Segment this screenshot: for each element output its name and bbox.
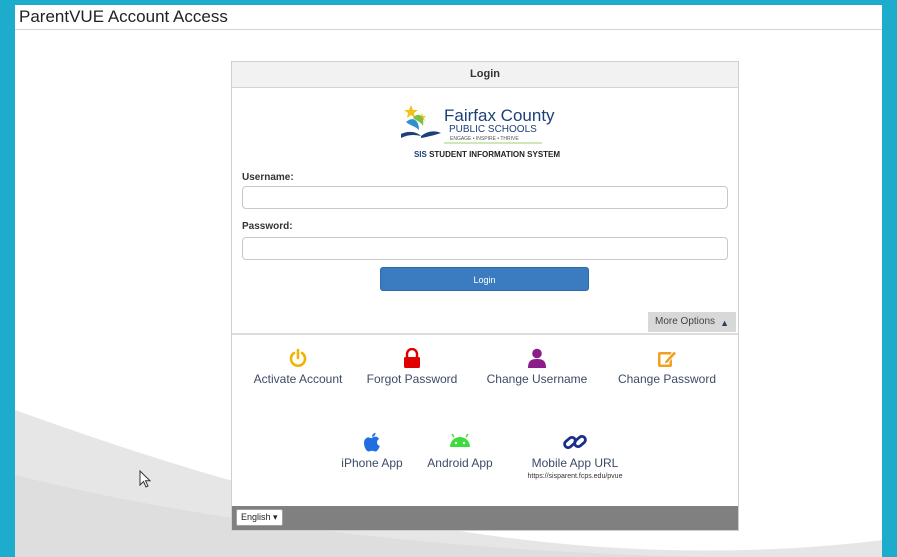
username-label: Username: xyxy=(242,172,294,183)
user-icon xyxy=(528,348,546,368)
login-panel: Login Fairfax County PUBLIC SCHOOLS ENGA… xyxy=(231,61,739,531)
lock-icon xyxy=(404,348,420,368)
login-button[interactable]: Login xyxy=(380,267,589,291)
activate-account-option[interactable]: Activate Account xyxy=(248,348,348,386)
android-icon xyxy=(450,433,470,447)
logo-tagline: ENGAGE • INSPIRE • THRIVE xyxy=(450,136,519,142)
username-field[interactable] xyxy=(242,186,728,209)
edit-icon xyxy=(658,350,677,367)
iphone-app-option[interactable]: iPhone App xyxy=(332,432,412,470)
chevron-up-icon: ▲ xyxy=(720,318,729,328)
options-divider xyxy=(232,333,738,335)
forgot-password-label: Forgot Password xyxy=(366,372,458,386)
android-app-label: Android App xyxy=(427,456,493,470)
logo-name: Fairfax County xyxy=(444,106,555,125)
change-username-option[interactable]: Change Username xyxy=(482,348,592,386)
fcps-logo: Fairfax County PUBLIC SCHOOLS ENGAGE • I… xyxy=(397,102,577,164)
page: ParentVUE Account Access Login Fairfax C… xyxy=(15,5,882,557)
power-icon xyxy=(289,348,307,367)
login-panel-title: Login xyxy=(232,62,738,88)
panel-footer: English ▾ xyxy=(232,506,738,530)
sis-text: STUDENT INFORMATION SYSTEM xyxy=(429,150,561,159)
language-value: English xyxy=(241,512,271,522)
sis-caption: SIS STUDENT INFORMATION SYSTEM xyxy=(397,150,577,159)
link-icon xyxy=(563,434,587,450)
sis-abbrev: SIS xyxy=(413,150,427,159)
change-password-option[interactable]: Change Password xyxy=(612,348,722,386)
language-select[interactable]: English ▾ xyxy=(236,509,283,526)
mobile-app-url-option[interactable]: Mobile App URL https://sisparent.fcps.ed… xyxy=(510,432,640,480)
caret-down-icon: ▾ xyxy=(273,512,278,522)
forgot-password-option[interactable]: Forgot Password xyxy=(362,348,462,386)
mouse-cursor-icon xyxy=(139,470,152,488)
android-app-option[interactable]: Android App xyxy=(420,432,500,470)
change-password-label: Change Password xyxy=(617,372,717,386)
logo-subname: PUBLIC SCHOOLS xyxy=(449,124,537,135)
iphone-app-label: iPhone App xyxy=(341,456,403,470)
apple-icon xyxy=(364,432,380,452)
mobile-app-url-label: Mobile App URL xyxy=(531,456,619,470)
password-field[interactable] xyxy=(242,237,728,260)
fcps-logo-graphic: Fairfax County PUBLIC SCHOOLS ENGAGE • I… xyxy=(401,105,555,144)
change-username-label: Change Username xyxy=(486,372,588,386)
password-label: Password: xyxy=(242,221,293,232)
more-options-label: More Options xyxy=(655,316,716,327)
activate-account-label: Activate Account xyxy=(253,372,343,386)
mobile-app-url-link[interactable]: https://sisparent.fcps.edu/pvue xyxy=(510,473,640,480)
more-options-button[interactable]: More Options ▲ xyxy=(648,312,736,332)
